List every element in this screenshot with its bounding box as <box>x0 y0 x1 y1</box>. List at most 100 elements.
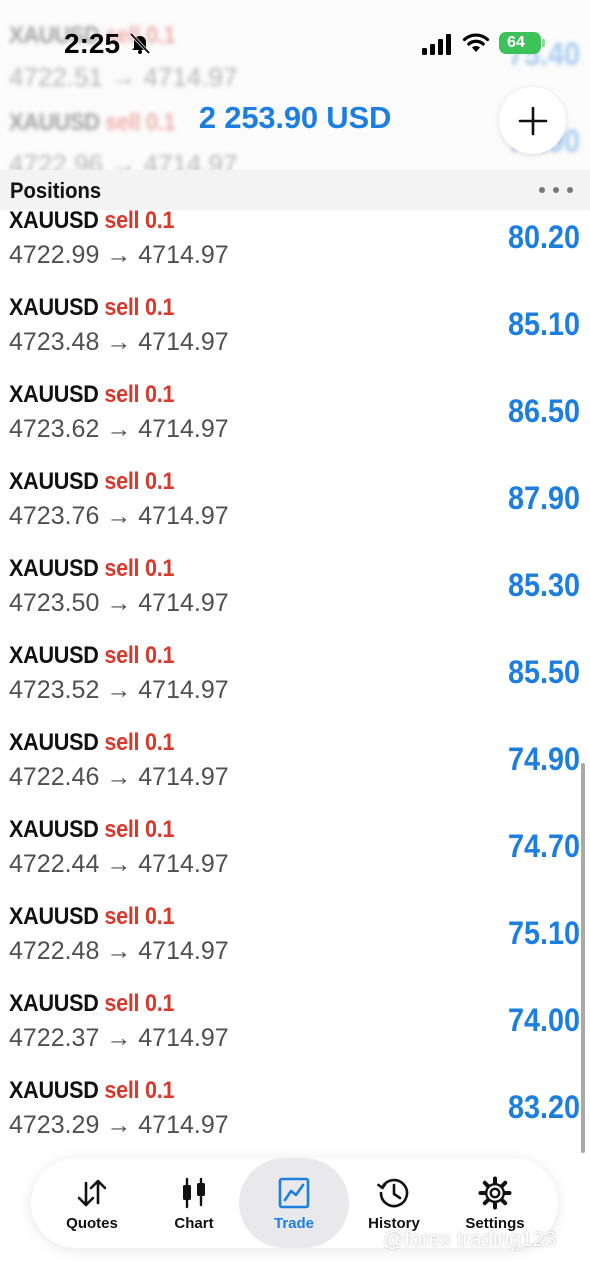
current-price: 4714.97 <box>138 676 229 704</box>
current-price: 4714.97 <box>138 415 229 443</box>
gear-icon <box>478 1176 512 1210</box>
tab-chart[interactable]: Chart <box>144 1158 244 1248</box>
current-price: 4714.97 <box>138 241 229 269</box>
position-instrument: XAUUSD sell 0.1 <box>9 816 175 844</box>
current-price: 4714.97 <box>138 328 229 356</box>
position-row[interactable]: XAUUSD sell 0.1 4723.62 → 4714.97 86.50 <box>0 381 590 468</box>
position-volume: 0.1 <box>145 294 175 321</box>
current-price: 4714.97 <box>138 502 229 530</box>
open-price: 4723.48 <box>9 328 100 356</box>
open-price: 4722.44 <box>9 850 100 878</box>
position-row[interactable]: XAUUSD sell 0.1 4722.46 → 4714.97 74.90 <box>0 729 590 816</box>
position-side: sell <box>104 729 140 756</box>
position-instrument: XAUUSD sell 0.1 <box>9 381 175 409</box>
position-prices: 4722.37 → 4714.97 <box>9 1024 229 1053</box>
position-instrument: XAUUSD sell 0.1 <box>9 555 175 583</box>
scrollbar[interactable] <box>581 763 585 1153</box>
open-price: 4722.48 <box>9 937 100 965</box>
price-arrow: → <box>106 415 132 443</box>
position-symbol: XAUUSD <box>9 729 99 756</box>
position-prices: 4722.46 → 4714.97 <box>9 763 229 792</box>
position-profit: 75.10 <box>507 915 580 951</box>
position-volume: 0.1 <box>145 468 175 495</box>
position-row[interactable]: XAUUSD sell 0.1 4722.99 → 4714.97 80.20 <box>0 207 590 294</box>
position-volume: 0.1 <box>145 555 175 582</box>
open-price: 4723.62 <box>9 415 100 443</box>
history-clock-icon <box>377 1178 409 1208</box>
position-profit: 86.50 <box>507 393 580 429</box>
price-arrow: → <box>106 241 132 269</box>
position-symbol: XAUUSD <box>9 903 99 930</box>
position-symbol: XAUUSD <box>9 555 99 582</box>
position-instrument: XAUUSD sell 0.1 <box>9 294 175 322</box>
position-side: sell <box>104 816 140 843</box>
position-symbol: XAUUSD <box>9 468 99 495</box>
position-profit: 74.90 <box>507 741 580 777</box>
tab-trade[interactable]: Trade <box>239 1158 349 1248</box>
current-price: 4714.97 <box>138 937 229 965</box>
positions-list: XAUUSD sell 0.1 4722.99 → 4714.97 80.20 XAU… <box>0 207 590 1164</box>
position-side: sell <box>104 1077 140 1104</box>
position-row[interactable]: XAUUSD sell 0.1 4723.29 → 4714.97 83.20 <box>0 1077 590 1164</box>
position-row[interactable]: XAUUSD sell 0.1 4723.76 → 4714.97 87.90 <box>0 468 590 555</box>
open-price: 4723.50 <box>9 589 100 617</box>
position-prices: 4723.62 → 4714.97 <box>9 415 229 444</box>
current-price: 4714.97 <box>138 850 229 878</box>
position-profit: 85.10 <box>507 306 580 342</box>
price-arrow: → <box>106 328 132 356</box>
header: XAUUSD sell 0.1 4722.51 → 4714.97 75.40 … <box>0 0 590 210</box>
open-price: 4722.37 <box>9 1024 100 1052</box>
position-symbol: XAUUSD <box>9 642 99 669</box>
position-row[interactable]: XAUUSD sell 0.1 4722.44 → 4714.97 74.70 <box>0 816 590 903</box>
position-prices: 4723.48 → 4714.97 <box>9 328 229 357</box>
position-profit: 83.20 <box>507 1089 580 1125</box>
position-profit: 74.70 <box>507 828 580 864</box>
position-prices: 4723.29 → 4714.97 <box>9 1111 229 1140</box>
watermark-text: @forex trading123 <box>383 1228 557 1251</box>
position-symbol: XAUUSD <box>9 816 99 843</box>
position-symbol: XAUUSD <box>9 294 99 321</box>
price-arrow: → <box>106 850 132 878</box>
position-row[interactable]: XAUUSD sell 0.1 4723.48 → 4714.97 85.10 <box>0 294 590 381</box>
position-instrument: XAUUSD sell 0.1 <box>9 903 175 931</box>
tab-quotes[interactable]: Quotes <box>42 1158 142 1248</box>
more-options-icon[interactable] <box>538 182 574 198</box>
position-side: sell <box>104 903 140 930</box>
position-symbol: XAUUSD <box>9 207 99 234</box>
status-bar: 2:25 64 <box>0 0 590 90</box>
position-row[interactable]: XAUUSD sell 0.1 4723.52 → 4714.97 85.50 <box>0 642 590 729</box>
position-instrument: XAUUSD sell 0.1 <box>9 729 175 757</box>
wifi-icon <box>462 33 490 52</box>
section-title: Positions <box>10 178 102 203</box>
position-row[interactable]: XAUUSD sell 0.1 4723.50 → 4714.97 85.30 <box>0 555 590 642</box>
cellular-signal-icon <box>422 34 451 55</box>
current-price: 4714.97 <box>138 589 229 617</box>
position-instrument: XAUUSD sell 0.1 <box>9 990 175 1018</box>
price-arrow: → <box>106 1111 132 1139</box>
tab-label: Trade <box>273 1215 315 1232</box>
tab-label: Chart <box>174 1215 214 1232</box>
position-volume: 0.1 <box>145 903 175 930</box>
battery-nub <box>542 39 545 47</box>
position-volume: 0.1 <box>145 816 175 843</box>
position-side: sell <box>104 381 140 408</box>
position-volume: 0.1 <box>145 990 175 1017</box>
position-side: sell <box>104 642 140 669</box>
position-side: sell <box>104 207 140 234</box>
bell-slash-icon <box>129 32 151 55</box>
position-volume: 0.1 <box>145 1077 175 1104</box>
position-row[interactable]: XAUUSD sell 0.1 4722.37 → 4714.97 74.00 <box>0 990 590 1077</box>
position-prices: 4723.76 → 4714.97 <box>9 502 229 531</box>
position-side: sell <box>104 468 140 495</box>
current-price: 4714.97 <box>138 1111 229 1139</box>
open-price: 4722.46 <box>9 763 100 791</box>
open-price: 4722.99 <box>9 241 100 269</box>
position-symbol: XAUUSD <box>9 990 99 1017</box>
current-price: 4714.97 <box>138 1024 229 1052</box>
position-prices: 4723.50 → 4714.97 <box>9 589 229 618</box>
position-profit: 80.20 <box>507 219 580 255</box>
new-order-button[interactable] <box>499 87 566 154</box>
position-profit: 85.30 <box>507 567 580 603</box>
position-prices: 4722.99 → 4714.97 <box>9 241 229 270</box>
position-row[interactable]: XAUUSD sell 0.1 4722.48 → 4714.97 75.10 <box>0 903 590 990</box>
